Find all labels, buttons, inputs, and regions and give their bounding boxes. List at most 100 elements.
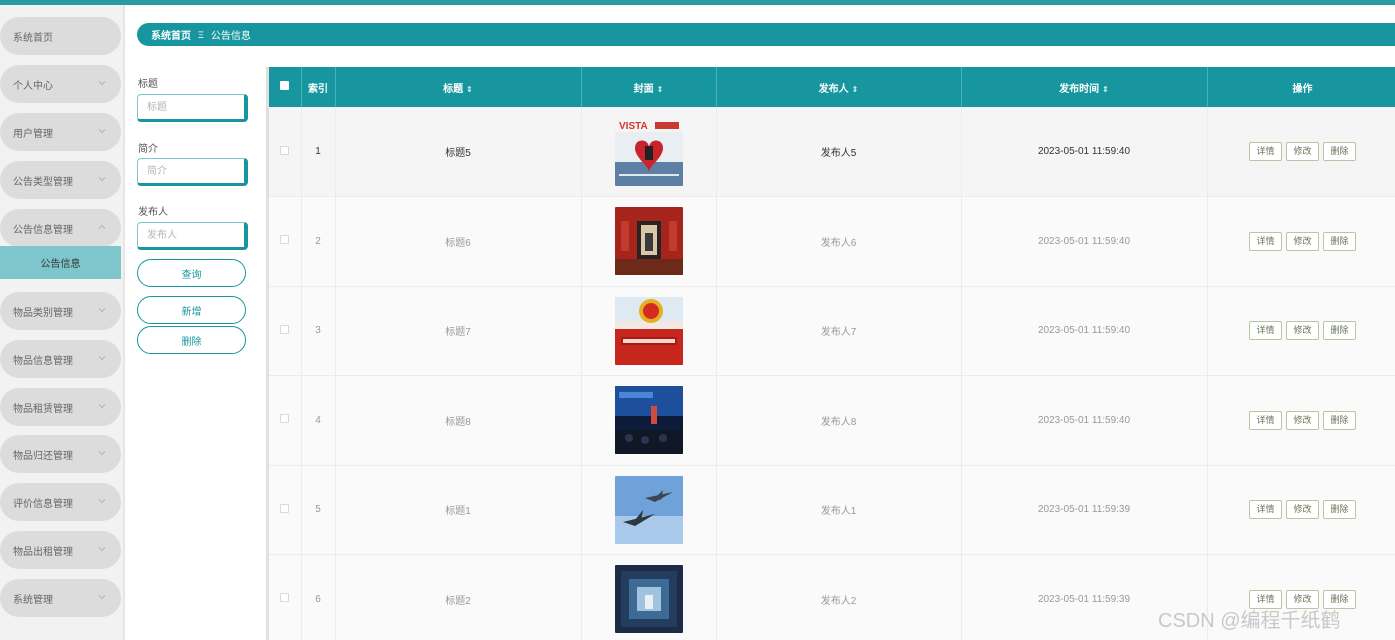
sidebar-item-label: 评价信息管理 (13, 498, 73, 510)
table-row: 4 标题8 发布人8 2023-05-01 11:59:40 详情 修改 删除 (269, 375, 1395, 466)
index-cell: 1 (301, 107, 336, 197)
sidebar-item-user-management[interactable]: 用户管理 (0, 113, 121, 151)
breadcrumb-current: 公告信息 (210, 31, 251, 42)
actions-cell: 详情 修改 删除 (1207, 375, 1395, 466)
sort-icon[interactable]: ⇕ (466, 85, 473, 94)
row-checkbox[interactable] (280, 414, 290, 424)
edit-button[interactable]: 修改 (1286, 500, 1319, 520)
conference-stage-image (614, 386, 683, 455)
cover-image[interactable] (614, 565, 683, 634)
delete-button[interactable]: 删除 (1323, 410, 1356, 430)
sidebar: 系统首页 个人中心 用户管理 公告类型管理 公告信息管理 公告信息 物品类别管理… (0, 5, 125, 640)
sidebar-subitem-notice-info[interactable]: 公告信息 (0, 246, 121, 279)
chevron-down-icon (98, 308, 106, 313)
edit-button[interactable]: 修改 (1286, 321, 1319, 341)
chevron-down-icon (98, 356, 106, 361)
row-checkbox[interactable] (280, 235, 290, 245)
detail-button[interactable]: 详情 (1249, 231, 1282, 251)
delete-button[interactable]: 删除 (1323, 231, 1356, 251)
batch-delete-button[interactable]: 删除 (137, 326, 246, 354)
index-cell: 3 (301, 286, 336, 376)
delete-button[interactable]: 删除 (1323, 500, 1356, 520)
index-cell: 4 (301, 375, 336, 466)
delete-button[interactable]: 删除 (1323, 321, 1356, 341)
sidebar-item-review-info-management[interactable]: 评价信息管理 (0, 483, 121, 521)
table-row: 1 标题5 VISTA 发布人5 2023-05-01 11:59:40 详情 … (269, 107, 1395, 197)
sidebar-item-item-rental-management[interactable]: 物品租赁管理 (0, 388, 121, 426)
sort-icon[interactable]: ⇕ (1102, 85, 1109, 94)
party-emblem-image (614, 296, 683, 365)
sidebar-item-item-category-management[interactable]: 物品类别管理 (0, 292, 121, 330)
sidebar-item-label: 物品归还管理 (13, 450, 73, 462)
cover-cell (581, 465, 717, 555)
title-filter-label: 标题 (138, 79, 158, 90)
select-all-checkbox[interactable] (280, 81, 290, 90)
table-row: 5 标题1 发布人1 2023-05-01 11:59:39 详情 修改 删除 (269, 465, 1395, 555)
breadcrumb-separator: Ξ (198, 29, 204, 40)
cover-image[interactable] (614, 296, 683, 365)
chevron-down-icon (98, 404, 106, 409)
add-button[interactable]: 新增 (137, 296, 246, 324)
edit-button[interactable]: 修改 (1286, 142, 1319, 161)
actions-cell: 详情 修改 删除 (1207, 196, 1395, 287)
svg-text:VISTA: VISTA (619, 121, 648, 132)
chevron-down-icon (98, 499, 106, 504)
detail-button[interactable]: 详情 (1249, 321, 1282, 341)
sidebar-item-notice-type-management[interactable]: 公告类型管理 (0, 161, 121, 199)
title-filter-input[interactable] (137, 94, 248, 122)
cover-image[interactable] (614, 475, 683, 544)
cover-cell (581, 196, 717, 287)
sort-icon[interactable]: ⇕ (657, 85, 664, 94)
row-checkbox[interactable] (280, 145, 290, 155)
cover-image[interactable]: VISTA (614, 117, 683, 186)
chevron-down-icon (98, 81, 106, 86)
row-checkbox[interactable] (280, 324, 290, 334)
detail-button[interactable]: 详情 (1249, 500, 1282, 520)
sidebar-item-system-management[interactable]: 系统管理 (0, 579, 121, 617)
detail-button[interactable]: 详情 (1249, 410, 1282, 430)
sidebar-item-item-return-management[interactable]: 物品归还管理 (0, 435, 121, 473)
column-header-title[interactable]: 标题 ⇕ (335, 67, 582, 107)
edit-button[interactable]: 修改 (1286, 410, 1319, 430)
sidebar-subitem-label: 公告信息 (40, 259, 81, 270)
publisher-cell: 发布人7 (716, 286, 962, 376)
query-button[interactable]: 查询 (137, 259, 246, 287)
fighter-jets-image (614, 475, 683, 544)
title-cell: 标题2 (335, 554, 582, 640)
publisher-filter-input[interactable] (137, 222, 248, 250)
detail-button[interactable]: 详情 (1249, 142, 1282, 161)
intro-filter-input[interactable] (137, 158, 248, 186)
breadcrumb-home-link[interactable]: 系统首页 (151, 27, 191, 42)
row-checkbox[interactable] (280, 503, 290, 513)
publisher-cell: 发布人1 (716, 465, 962, 555)
sort-icon[interactable]: ⇕ (852, 85, 859, 94)
column-header-time[interactable]: 发布时间 ⇕ (961, 67, 1208, 107)
time-cell: 2023-05-01 11:59:40 (961, 286, 1208, 376)
publisher-filter-label: 发布人 (138, 207, 168, 218)
table-row: 2 标题6 发布人6 2023-05-01 11:59:40 详情 修改 删除 (269, 196, 1395, 287)
cover-image[interactable] (614, 386, 683, 455)
sidebar-item-home[interactable]: 系统首页 (0, 17, 121, 55)
column-header-cover[interactable]: 封面 ⇕ (581, 67, 717, 107)
space-module-image (614, 565, 683, 634)
row-select-cell (269, 107, 302, 197)
title-cell: 标题5 (335, 107, 582, 197)
sidebar-item-notice-info-management[interactable]: 公告信息管理 (0, 209, 121, 247)
sidebar-item-personal-center[interactable]: 个人中心 (0, 65, 121, 103)
index-cell: 2 (301, 196, 336, 287)
edit-button[interactable]: 修改 (1286, 231, 1319, 251)
actions-cell: 详情 修改 删除 (1207, 107, 1395, 197)
publisher-cell: 发布人2 (716, 554, 962, 640)
top-accent-bar (0, 0, 1395, 5)
column-header-publisher[interactable]: 发布人 ⇕ (716, 67, 962, 107)
delete-button[interactable]: 删除 (1323, 142, 1356, 161)
sidebar-item-item-lease-out-management[interactable]: 物品出租管理 (0, 531, 121, 569)
cover-image[interactable] (614, 207, 683, 276)
row-checkbox[interactable] (280, 593, 290, 603)
sidebar-item-item-info-management[interactable]: 物品信息管理 (0, 340, 121, 378)
time-cell: 2023-05-01 11:59:40 (961, 375, 1208, 466)
chevron-down-icon (98, 547, 106, 552)
column-header-label: 索引 (308, 83, 328, 95)
publisher-cell: 发布人5 (716, 107, 962, 197)
sidebar-item-label: 物品出租管理 (13, 546, 73, 558)
